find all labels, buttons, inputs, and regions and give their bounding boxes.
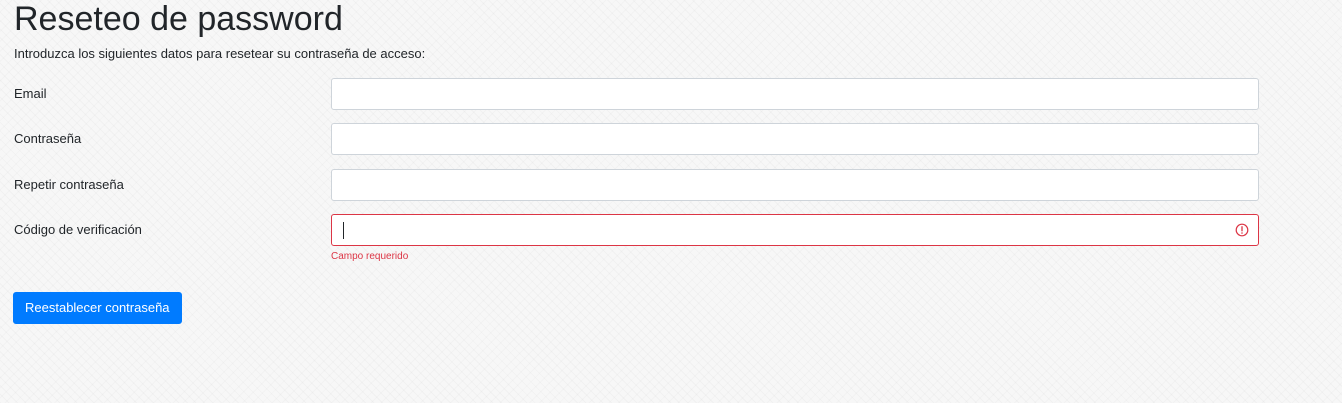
password-field[interactable] [331, 123, 1259, 155]
verification-code-error: Campo requerido [331, 251, 409, 262]
text-caret [343, 222, 344, 239]
exclamation-circle-icon [1235, 223, 1249, 237]
repeat-password-label: Repetir contraseña [14, 177, 124, 192]
intro-text: Introduzca los siguientes datos para res… [14, 46, 426, 61]
reset-password-button[interactable]: Reestablecer contraseña [13, 292, 182, 324]
verification-code-field[interactable] [331, 214, 1259, 246]
form-row-email: Email [0, 78, 1342, 110]
page-title: Reseteo de password [14, 0, 343, 38]
email-field[interactable] [331, 78, 1259, 110]
verification-code-label: Código de verificación [14, 222, 142, 237]
form-row-repeat-password: Repetir contraseña [0, 169, 1342, 201]
email-label: Email [14, 86, 47, 101]
form-row-verification-code: Código de verificación [0, 214, 1342, 246]
form-row-password: Contraseña [0, 123, 1342, 155]
password-label: Contraseña [14, 131, 82, 146]
repeat-password-field[interactable] [331, 169, 1259, 201]
